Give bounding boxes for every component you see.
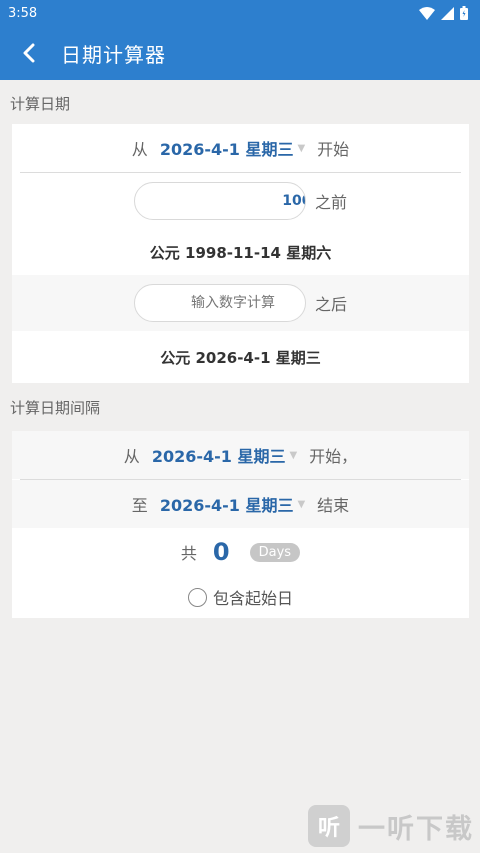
interval-from-date: 2026-4-1 星期三 xyxy=(151,447,286,466)
wifi-icon xyxy=(419,6,435,20)
page-title: 日期计算器 xyxy=(61,42,166,67)
chevron-left-icon xyxy=(23,43,35,63)
include-start-label[interactable]: 包含起始日 xyxy=(213,585,293,609)
days-before-field: 天 ▼ xyxy=(133,182,306,220)
status-bar: 3:58 xyxy=(0,0,480,26)
days-unit-badge[interactable]: Days xyxy=(249,542,301,562)
after-suffix: 之后 xyxy=(314,295,347,314)
total-value: 0 xyxy=(212,538,230,566)
battery-icon xyxy=(460,6,468,20)
app-bar: 日期计算器 xyxy=(0,26,480,80)
days-before-input[interactable] xyxy=(134,183,305,219)
include-start-row: 包含起始日 xyxy=(12,576,469,618)
from-label: 从 xyxy=(123,447,140,466)
interval-to-date: 2026-4-1 星期三 xyxy=(159,496,294,515)
interval-from-row: 从 2026-4-1 星期三 ▼ 开始， xyxy=(12,431,469,479)
days-before-row: 天 ▼ 之前 xyxy=(12,173,469,229)
caret-down-icon: ▼ xyxy=(289,449,298,461)
caret-down-icon: ▼ xyxy=(297,142,306,154)
watermark: 听 一听下载 xyxy=(308,805,474,847)
from-label: 从 xyxy=(131,140,148,159)
watermark-text: 一听下载 xyxy=(358,813,474,845)
from-suffix: 开始， xyxy=(309,447,358,466)
days-after-field: 天 ▼ xyxy=(133,284,306,322)
caret-down-icon: ▼ xyxy=(297,498,306,510)
back-button[interactable] xyxy=(14,38,44,68)
start-date-picker[interactable]: 2026-4-1 星期三 ▼ xyxy=(160,136,305,160)
start-date-value: 2026-4-1 星期三 xyxy=(159,140,294,159)
interval-to-date-picker[interactable]: 2026-4-1 星期三 ▼ xyxy=(160,492,305,516)
interval-to-row: 至 2026-4-1 星期三 ▼ 结束 xyxy=(12,480,469,528)
status-icons xyxy=(419,6,468,20)
watermark-logo: 听 xyxy=(308,805,350,847)
signal-icon xyxy=(441,6,454,20)
after-result-row: 公元 2026-4-1 星期三 xyxy=(12,331,469,383)
to-suffix: 结束 xyxy=(317,496,350,515)
section-interval-title: 计算日期间隔 xyxy=(10,399,101,417)
section-calc-date-title: 计算日期 xyxy=(10,95,71,113)
total-row: 共 0 Days xyxy=(12,528,469,576)
include-start-checkbox[interactable] xyxy=(187,587,207,607)
status-time: 3:58 xyxy=(8,5,38,21)
before-suffix: 之前 xyxy=(314,193,347,212)
days-after-input[interactable] xyxy=(134,285,305,321)
start-suffix: 开始 xyxy=(317,140,350,159)
interval-from-date-picker[interactable]: 2026-4-1 星期三 ▼ xyxy=(152,443,297,467)
before-result-row: 公元 1998-11-14 星期六 xyxy=(12,229,469,275)
calc-date-card: 从 2026-4-1 星期三 ▼ 开始 天 ▼ 之前 公元 1998-11-14… xyxy=(12,124,469,383)
total-label: 共 xyxy=(180,544,197,563)
to-label: 至 xyxy=(131,496,148,515)
before-result: 公元 1998-11-14 星期六 xyxy=(149,243,332,262)
after-result: 公元 2026-4-1 星期三 xyxy=(160,348,321,367)
interval-card: 从 2026-4-1 星期三 ▼ 开始， 至 2026-4-1 星期三 ▼ 结束… xyxy=(12,431,469,618)
days-after-row: 天 ▼ 之后 xyxy=(12,275,469,331)
start-date-row: 从 2026-4-1 星期三 ▼ 开始 xyxy=(12,124,469,172)
